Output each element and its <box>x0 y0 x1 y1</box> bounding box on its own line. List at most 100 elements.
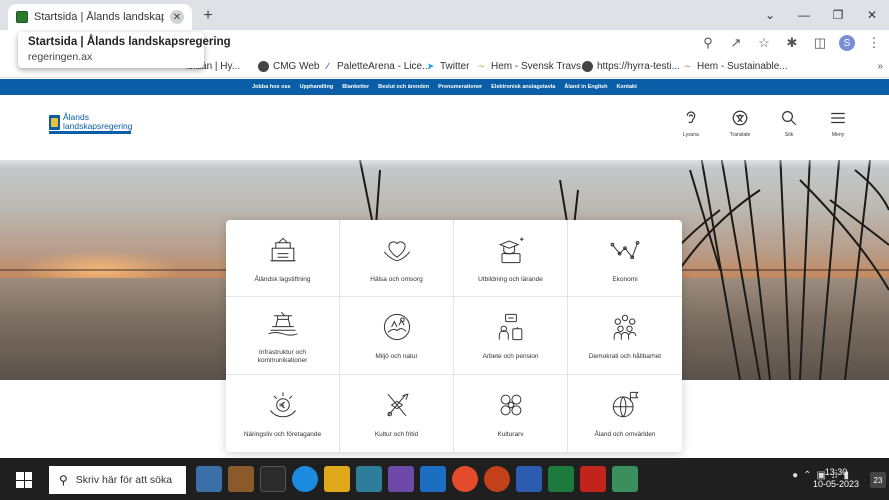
sidepanel-icon[interactable]: ◫ <box>811 34 829 52</box>
zoom-icon[interactable]: ⚲ <box>699 34 717 52</box>
topnav-link[interactable]: Kontakt <box>616 84 636 90</box>
chrome-browser-icon[interactable] <box>452 466 478 492</box>
tooltip-title: Startsida | Ålands landskapsregering <box>28 36 231 48</box>
window-controls: ⌄ — ❐ ✕ <box>753 0 889 30</box>
bookmark-item[interactable]: ∼ Hem - Svensk Travs... <box>476 61 590 72</box>
notification-center-button[interactable]: 23 <box>870 472 886 488</box>
democracy-icon <box>613 315 637 340</box>
twitter-icon: ➤ <box>426 61 435 71</box>
topnav-link[interactable]: Blanketter <box>342 84 369 90</box>
nature-icon <box>383 314 410 341</box>
task-view-icon[interactable] <box>260 466 286 492</box>
more-menu-icon[interactable]: ⋮ <box>865 34 883 52</box>
tab-close-button[interactable]: ✕ <box>170 10 184 24</box>
edge-browser-icon[interactable] <box>292 466 318 492</box>
store-icon[interactable] <box>356 466 382 492</box>
topnav-link[interactable]: Upphandling <box>300 84 334 90</box>
category-health[interactable]: Hälsa och omsorg <box>340 220 454 298</box>
topnav-link[interactable]: Prenumerationer <box>438 84 482 90</box>
windows-start-icon[interactable] <box>16 472 32 488</box>
category-infrastructure[interactable]: Infrastruktur och kommunikationer <box>226 297 340 375</box>
search-icon <box>782 111 797 126</box>
toolbar-icons: ⚲ ↗ ☆ ✱ ◫ S ⋮ <box>699 34 883 52</box>
topnav-link[interactable]: Jobba hos oss <box>252 84 291 90</box>
pdf-reader-icon[interactable] <box>580 466 606 492</box>
taskbar-apps <box>196 466 638 492</box>
search-button[interactable]: Sök <box>773 109 805 138</box>
site-top-nav: Jobba hos oss Upphandling Blanketter Bes… <box>0 79 889 95</box>
taskbar-clock[interactable]: 13:30 10-05-2023 <box>813 466 859 490</box>
profile-avatar[interactable]: S <box>839 35 855 51</box>
category-economy[interactable]: Ekonomi <box>568 220 682 298</box>
tray-app-icon[interactable]: ● <box>792 470 798 481</box>
legislation-icon <box>269 237 296 262</box>
menu-button[interactable]: Meny <box>822 109 854 138</box>
tab-search-button[interactable]: ⌄ <box>753 0 787 30</box>
topnav-link[interactable]: Elektronisk anslagstavla <box>491 84 555 90</box>
palette-icon: ∕ <box>326 61 329 71</box>
taskbar-search-placeholder: Skriv här för att söka <box>75 474 173 486</box>
close-window-button[interactable]: ✕ <box>855 0 889 30</box>
taskbar-search-box[interactable]: ⚲ Skriv här för att söka <box>49 466 186 494</box>
category-work[interactable]: Arbete och pension <box>454 297 568 375</box>
category-nature[interactable]: Miljö och natur <box>340 297 454 375</box>
bookmark-item[interactable]: https://hyrra-testi... <box>582 61 680 72</box>
site-header: Ålands landskapsregering Lyssna Translat… <box>0 95 889 150</box>
teams-icon[interactable] <box>388 466 414 492</box>
header-tools: Lyssna Translate Sök Meny <box>675 109 854 138</box>
horse-icon: ∼ <box>477 61 486 71</box>
folder-icon[interactable] <box>324 466 350 492</box>
business-icon <box>269 392 296 418</box>
listen-button[interactable]: Lyssna <box>675 109 707 138</box>
culture-icon <box>387 393 409 417</box>
category-democracy[interactable]: Demokrati och hållbarhet <box>568 297 682 375</box>
category-legislation[interactable]: Åländsk lagstiftning <box>226 220 340 298</box>
topnav-link[interactable]: Åland in English <box>564 84 607 90</box>
file-explorer-icon[interactable] <box>196 466 222 492</box>
new-tab-button[interactable]: + <box>198 6 218 26</box>
briefcase-app-icon[interactable] <box>228 466 254 492</box>
word-icon[interactable] <box>516 466 542 492</box>
bookmark-item[interactable]: CMG Web <box>258 61 320 72</box>
app-icon[interactable] <box>484 466 510 492</box>
search-icon: ⚲ <box>59 473 68 487</box>
menu-icon <box>831 112 845 124</box>
calculator-icon[interactable] <box>612 466 638 492</box>
category-heritage[interactable]: Kulturarv <box>454 374 568 452</box>
excel-icon[interactable] <box>548 466 574 492</box>
category-world[interactable]: Åland och omvärlden <box>568 375 682 452</box>
share-icon[interactable]: ↗ <box>727 34 745 52</box>
logo-underline <box>49 131 131 134</box>
extensions-puzzle-icon[interactable]: ✱ <box>783 34 801 52</box>
outlook-icon[interactable] <box>420 466 446 492</box>
translate-icon <box>732 110 748 126</box>
bookmark-item[interactable]: ∼ Hem - Sustainable... <box>682 61 788 72</box>
bookmark-item[interactable]: ∕ PaletteArena - Lice... <box>322 61 431 72</box>
tab-hover-tooltip: Startsida | Ålands landskapsregering reg… <box>18 32 231 68</box>
bookmarks-overflow-button[interactable]: » <box>877 61 883 72</box>
category-education[interactable]: Utbildning och lärande <box>454 220 568 298</box>
category-grid: Åländsk lagstiftning Hälsa och omsorg Ut… <box>226 220 682 452</box>
work-icon <box>498 314 522 341</box>
site-logo[interactable]: Ålands landskapsregering <box>49 113 132 131</box>
category-business[interactable]: Näringsliv och företagande <box>226 374 340 452</box>
restore-button[interactable]: ❐ <box>821 0 855 30</box>
heritage-icon <box>500 394 521 416</box>
health-icon <box>383 241 410 262</box>
bookmark-item[interactable]: ➤ Twitter <box>425 61 470 72</box>
tooltip-url: regeringen.ax <box>28 51 93 63</box>
windows-taskbar: ⚲ Skriv här för att söka ● ⌃ ▣ ♫ ▮ 13:30… <box>0 458 889 500</box>
globe-icon <box>612 391 639 418</box>
minimize-button[interactable]: — <box>787 0 821 30</box>
site-favicon-icon <box>16 11 28 23</box>
leaf-icon: ∼ <box>683 61 692 71</box>
coat-of-arms-icon <box>49 114 60 130</box>
tray-overflow-icon[interactable]: ⌃ <box>803 470 811 481</box>
category-culture[interactable]: Kultur och fritid <box>340 374 454 452</box>
logo-line-2: landskapsregering <box>63 121 133 131</box>
translate-button[interactable]: Translate <box>724 109 756 138</box>
education-icon <box>498 237 524 264</box>
browser-tab-active[interactable]: Startsida | Ålands landskapsrege ✕ <box>8 4 192 30</box>
bookmark-star-icon[interactable]: ☆ <box>755 34 773 52</box>
topnav-link[interactable]: Beslut och ärenden <box>378 84 429 90</box>
